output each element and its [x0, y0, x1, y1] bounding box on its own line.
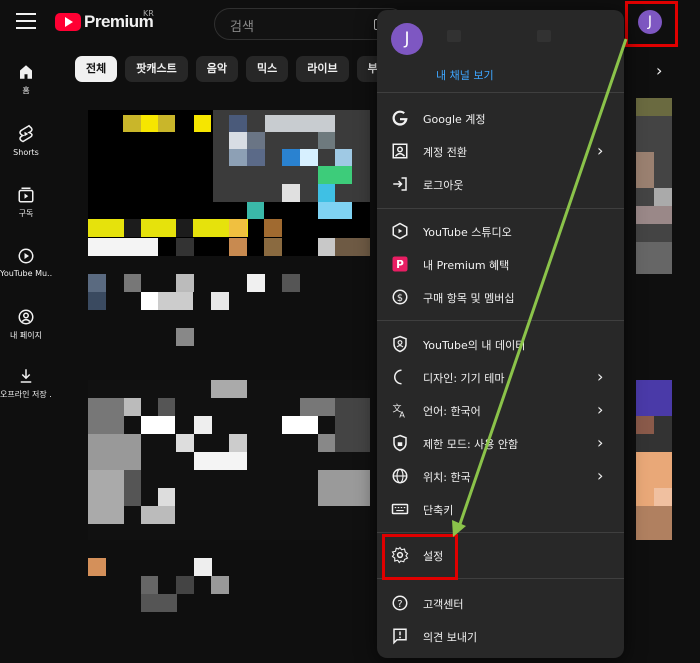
annotation-arrow	[452, 38, 628, 537]
